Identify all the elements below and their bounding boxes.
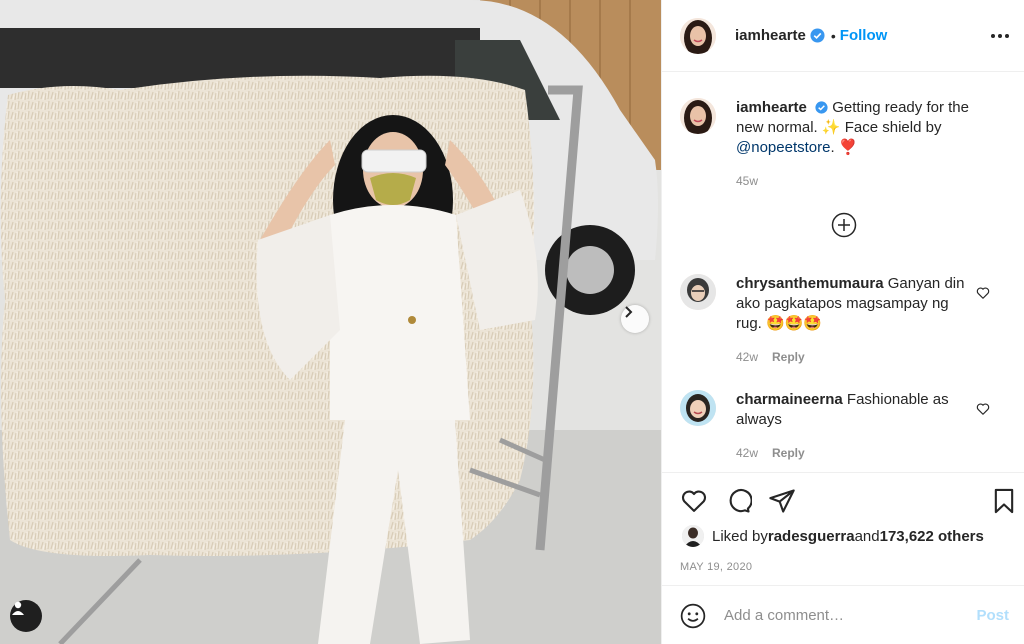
verified-badge-icon	[810, 28, 825, 43]
comment-username[interactable]: chrysanthemumaura	[736, 275, 884, 292]
post-detail-panel: iamhearte • Follow iamhearte Getting rea…	[661, 0, 1024, 644]
caption-avatar-image	[680, 98, 716, 134]
liker-username[interactable]: radesguerra	[768, 528, 855, 545]
comment-username[interactable]: charmaineerna	[736, 391, 843, 408]
comment-text: chrysanthemumaura Ganyan din ako pagkata…	[736, 274, 966, 367]
carousel-next-button[interactable]	[621, 305, 649, 333]
post-photo-illustration	[0, 0, 661, 644]
caption-age[interactable]: 45w	[736, 171, 758, 191]
caption-meta: 45w	[736, 171, 986, 191]
comment-emoji: 🤩🤩🤩	[766, 315, 823, 332]
commenter-avatar-image	[680, 274, 716, 310]
caption-body-c: .	[830, 139, 839, 156]
post-header: iamhearte • Follow	[662, 0, 1024, 72]
bookmark-icon[interactable]	[990, 487, 1018, 515]
comment-meta: 42w Reply	[736, 347, 966, 367]
author-avatar[interactable]	[680, 17, 716, 54]
author-username[interactable]: iamhearte	[735, 27, 806, 44]
commenter-avatar-image	[680, 390, 716, 426]
comment-icon[interactable]	[724, 487, 752, 515]
caption-body-b: Face shield by	[840, 119, 942, 136]
carousel-next-icon	[625, 306, 633, 318]
separator-dot: •	[830, 27, 836, 44]
liker-avatar-image	[682, 525, 704, 547]
caption-text: iamhearte Getting ready for the new norm…	[736, 98, 986, 191]
comment-age[interactable]: 42w	[736, 347, 758, 367]
heart-icon[interactable]	[976, 286, 990, 300]
comments-list: iamhearte Getting ready for the new norm…	[662, 72, 1024, 472]
caption-username[interactable]: iamhearte	[736, 99, 807, 116]
load-more-comments-icon	[831, 212, 857, 238]
emoji-icon[interactable]	[680, 603, 706, 629]
caption-avatar[interactable]	[680, 98, 716, 134]
liked-by-prefix: Liked by	[712, 527, 768, 545]
action-icons	[678, 487, 1018, 517]
share-icon[interactable]	[768, 487, 796, 515]
add-comment-bar: Post	[662, 585, 1024, 644]
commenter-avatar[interactable]	[680, 274, 716, 310]
add-comment-input[interactable]	[724, 607, 954, 624]
sparkles-emoji: ✨	[821, 119, 841, 136]
comment-age[interactable]: 42w	[736, 443, 758, 463]
tagged-user-button[interactable]	[10, 600, 42, 632]
follow-button[interactable]: Follow	[840, 27, 888, 44]
comment-row: charmaineerna Fashionable as always 42w …	[680, 390, 1010, 463]
comment-text: charmaineerna Fashionable as always 42w …	[736, 390, 966, 463]
liker-avatar[interactable]	[682, 525, 704, 547]
caption-row: iamhearte Getting ready for the new norm…	[680, 98, 1010, 191]
author-avatar-image	[680, 17, 716, 54]
comment-meta: 42w Reply	[736, 443, 966, 463]
post-date[interactable]: MAY 19, 2020	[680, 561, 752, 573]
load-more-comments-button[interactable]	[831, 212, 857, 241]
reply-button[interactable]: Reply	[772, 347, 805, 367]
heart-icon[interactable]	[680, 487, 708, 515]
more-options-icon[interactable]	[991, 33, 1009, 38]
post-photo[interactable]	[0, 0, 661, 644]
commenter-avatar[interactable]	[680, 390, 716, 426]
post-actions: Liked by radesguerra and 173,622 others …	[662, 472, 1024, 644]
liked-by-and: and	[854, 527, 880, 545]
likes-others-link[interactable]: 173,622 others	[880, 528, 984, 545]
verified-badge-icon	[815, 101, 828, 114]
caption-mention-link[interactable]: @nopeetstore	[736, 139, 830, 156]
tagged-user-icon	[12, 601, 24, 615]
reply-button[interactable]: Reply	[772, 443, 805, 463]
comment-row: chrysanthemumaura Ganyan din ako pagkata…	[680, 274, 1010, 367]
heart-icon[interactable]	[976, 402, 990, 416]
heart-exclamation-emoji: ❣️	[838, 139, 858, 156]
post-comment-button[interactable]: Post	[976, 607, 1009, 624]
likes-summary: Liked by radesguerra and 173,622 others	[682, 525, 984, 547]
